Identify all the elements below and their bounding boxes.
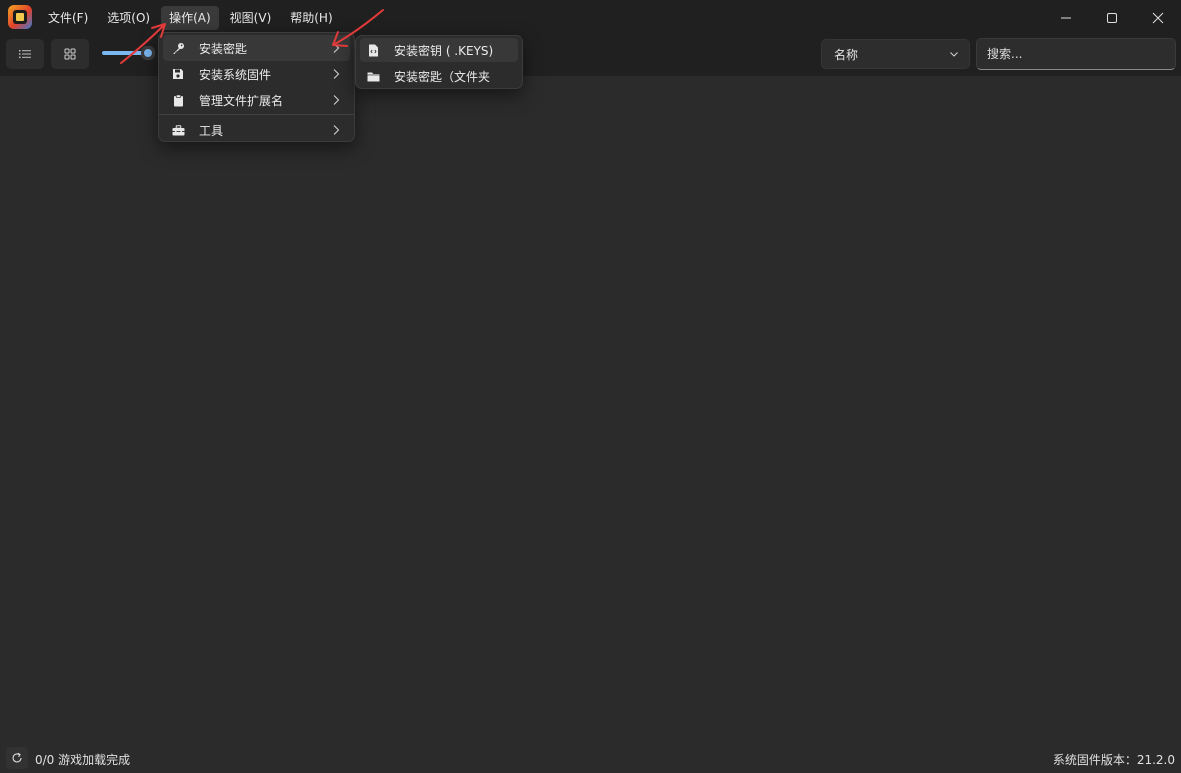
minimize-icon (1061, 17, 1071, 19)
title-bar: 文件(F) 选项(O) 操作(A) 视图(V) 帮助(H) (0, 0, 1181, 36)
refresh-icon (12, 752, 22, 763)
minimize-button[interactable] (1043, 0, 1089, 36)
menu-item-label: 管理文件扩展名 (199, 93, 284, 108)
chevron-right-icon (328, 66, 344, 82)
window-controls (1043, 0, 1181, 36)
firmware-version-status: 系统固件版本：21.2.0 (1052, 753, 1175, 767)
list-icon (19, 50, 31, 59)
sort-select[interactable]: 名称 (821, 39, 970, 69)
search-input[interactable] (976, 38, 1176, 70)
grid-icon (64, 48, 76, 60)
annotation-arrow-icon (120, 23, 166, 64)
chevron-right-icon (328, 122, 344, 138)
list-view-button[interactable] (6, 39, 44, 69)
close-icon (1152, 12, 1164, 24)
maximize-button[interactable] (1089, 0, 1135, 36)
save-icon (171, 67, 185, 81)
maximize-icon (1107, 13, 1117, 23)
close-button[interactable] (1135, 0, 1181, 36)
status-bar: 0/0 游戏加载完成 系统固件版本：21.2.0 (0, 745, 1181, 773)
refresh-button[interactable] (6, 747, 28, 769)
menu-item-label: 工具 (199, 123, 224, 138)
menu-view[interactable]: 视图(V) (222, 6, 280, 30)
menu-item-manage-extensions[interactable]: 管理文件扩展名 (163, 87, 350, 113)
toolbox-icon (171, 123, 185, 137)
menu-item-install-firmware[interactable]: 安装系统固件 (163, 61, 350, 87)
menu-item-label: 安装系统固件 (199, 67, 272, 82)
clipboard-icon (171, 93, 185, 107)
menu-item-tools[interactable]: 工具 (163, 117, 350, 143)
submenu-item-label: 安装密钥 ( .KEYS) (394, 43, 494, 58)
folder-icon (366, 69, 380, 83)
menu-file[interactable]: 文件(F) (40, 6, 96, 30)
menu-bar: 文件(F) 选项(O) 操作(A) 视图(V) 帮助(H) (40, 6, 344, 30)
submenu-item-install-keys-folder[interactable]: 安装密匙（文件夹 (360, 64, 518, 88)
chevron-down-icon (950, 52, 958, 57)
grid-view-button[interactable] (51, 39, 89, 69)
menu-separator (159, 114, 354, 115)
annotation-arrow-icon (332, 9, 384, 47)
app-logo (8, 5, 32, 29)
sort-select-value: 名称 (834, 47, 859, 62)
chevron-right-icon (328, 92, 344, 108)
games-loaded-status: 0/0 游戏加载完成 (35, 753, 131, 767)
menu-item-label: 安装密匙 (199, 41, 248, 56)
menu-item-install-keys[interactable]: 安装密匙 (163, 35, 350, 61)
submenu-item-label: 安装密匙（文件夹 (394, 69, 491, 84)
